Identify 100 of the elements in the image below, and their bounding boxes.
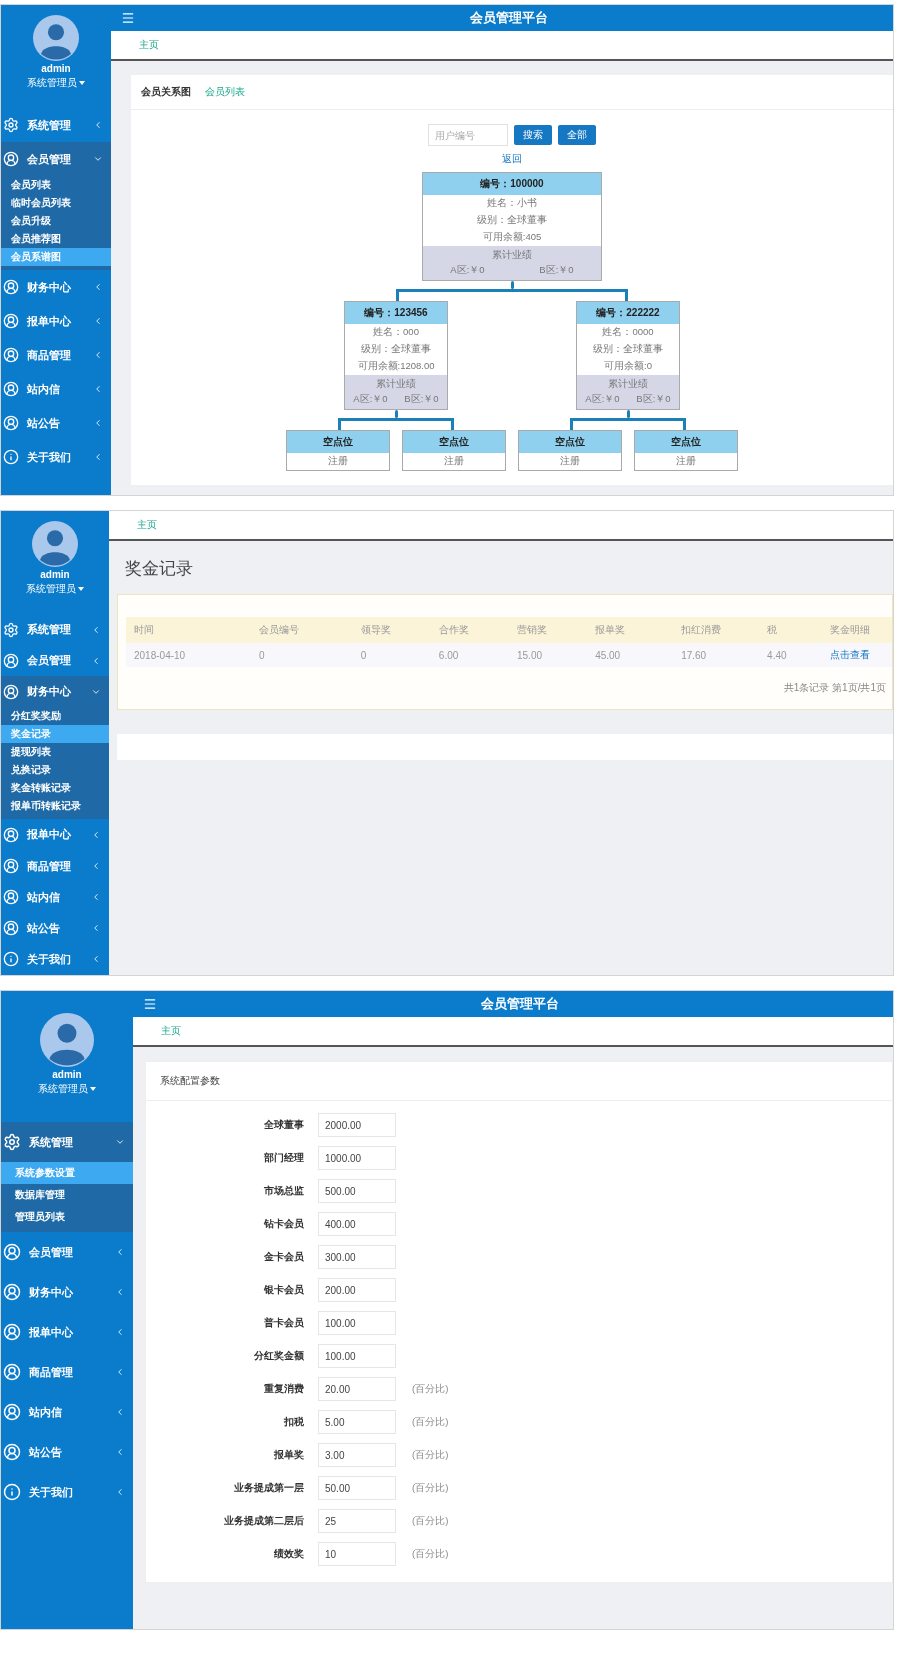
detail-link[interactable]: 点击查看 (821, 648, 892, 662)
sidebar-item[interactable]: 站公告 (1, 406, 111, 440)
node-title: 编号：100000 (423, 173, 601, 195)
submenu-item[interactable]: 兑换记录 (1, 761, 109, 780)
home-link[interactable]: 主页 (137, 518, 157, 532)
sidebar-item[interactable]: 商品管理 (1, 1352, 133, 1392)
table-cell-text: 0 (359, 649, 368, 661)
sidebar-item[interactable]: 会员管理 (1, 1232, 133, 1272)
submenu-item[interactable]: 奖金转账记录 (1, 779, 109, 798)
input-field[interactable]: 1000.00 (318, 1146, 396, 1170)
sidebar-item[interactable]: 财务中心 (1, 270, 111, 304)
chevron-icon (93, 418, 103, 428)
user-icon (3, 858, 19, 875)
input-field[interactable]: 3.00 (318, 1443, 396, 1467)
tab[interactable]: 会员关系图 (141, 85, 191, 99)
home-link[interactable]: 主页 (161, 1024, 181, 1038)
sidebar-item[interactable]: 会员管理 (1, 645, 109, 677)
input-field[interactable]: 100.00 (318, 1344, 396, 1368)
register-link[interactable]: 注册 (403, 453, 505, 470)
sidebar-item[interactable]: 系统管理 (1, 614, 109, 646)
sidebar-item[interactable]: 站内信 (1, 881, 109, 913)
sidebar-item[interactable]: 系统管理 (1, 1122, 133, 1162)
user-icon (3, 889, 19, 906)
sidebar-item[interactable]: 财务中心 (1, 676, 109, 708)
menu-icon[interactable] (143, 997, 157, 1011)
chevron-icon (93, 154, 103, 164)
submenu-item[interactable]: 会员列表 (1, 176, 111, 194)
node-detail: 姓名：000 (372, 325, 420, 339)
sidebar-item[interactable]: 财务中心 (1, 1272, 133, 1312)
node-detail: A区:￥0 (353, 392, 388, 406)
input-field[interactable]: 20.00 (318, 1377, 396, 1401)
sidebar-item[interactable]: 报单中心 (1, 819, 109, 851)
action-button[interactable]: 搜索 (514, 125, 552, 145)
column-header: 会员编号 (258, 623, 301, 637)
page-title: 奖金记录 (125, 558, 194, 580)
sidebar-item[interactable]: 关于我们 (1, 943, 109, 975)
input-field[interactable]: 2000.00 (318, 1113, 396, 1137)
input-field[interactable]: 500.00 (318, 1179, 396, 1203)
input-field[interactable]: 400.00 (318, 1212, 396, 1236)
register-link[interactable]: 注册 (519, 453, 621, 470)
register-link[interactable]: 注册 (635, 453, 737, 470)
sidebar-item[interactable]: 报单中心 (1, 1312, 133, 1352)
unit-label: (百分比) (412, 1547, 450, 1561)
register-link[interactable]: 注册 (287, 453, 389, 470)
node-detail: 级别：全球董事 (360, 342, 432, 356)
sidebar-item[interactable]: 商品管理 (1, 850, 109, 882)
user-role[interactable]: 系统管理员 (38, 1082, 88, 1096)
chevron-icon (115, 1407, 125, 1417)
field-label: 绩效奖 (273, 1547, 304, 1561)
input-field[interactable]: 5.00 (318, 1410, 396, 1434)
user-role[interactable]: 系统管理员 (26, 582, 76, 596)
submenu-item[interactable]: 报单币转账记录 (1, 797, 109, 816)
caret-icon[interactable] (78, 587, 84, 591)
submenu-item[interactable]: 提现列表 (1, 743, 109, 762)
input-field[interactable]: 10 (318, 1542, 396, 1566)
sidebar-item[interactable]: 会员管理 (1, 142, 111, 176)
home-link[interactable]: 主页 (139, 38, 159, 52)
field-label: 重复消费 (263, 1382, 304, 1396)
node-title: 编号：222222 (577, 302, 679, 324)
submenu-item[interactable]: 临时会员列表 (1, 194, 111, 212)
tab[interactable]: 会员列表 (205, 85, 245, 99)
node-title: 空点位 (635, 431, 737, 453)
sidebar-item[interactable]: 关于我们 (1, 1472, 133, 1512)
chevron-icon (115, 1247, 125, 1257)
submenu-item[interactable]: 奖金记录 (1, 725, 109, 744)
sidebar-item[interactable]: 站内信 (1, 372, 111, 406)
input-field[interactable]: 200.00 (318, 1278, 396, 1302)
info-icon (3, 951, 19, 968)
chevron-icon (115, 1327, 125, 1337)
sidebar-item[interactable]: 站公告 (1, 912, 109, 944)
sidebar-item[interactable]: 系统管理 (1, 108, 111, 142)
submenu-item[interactable]: 数据库管理 (1, 1184, 133, 1206)
back-link[interactable]: 返回 (502, 152, 522, 166)
search-field[interactable]: 用户编号 (428, 124, 508, 146)
node-detail: B区:￥0 (636, 392, 671, 406)
submenu-item[interactable]: 会员推荐图 (1, 230, 111, 248)
node-detail: 级别：全球董事 (476, 213, 548, 227)
sidebar-item[interactable]: 报单中心 (1, 304, 111, 338)
input-field[interactable]: 25 (318, 1509, 396, 1533)
input-field[interactable]: 300.00 (318, 1245, 396, 1269)
app-title: 会员管理平台 (469, 9, 549, 27)
submenu-item[interactable]: 会员升级 (1, 212, 111, 230)
input-field[interactable]: 100.00 (318, 1311, 396, 1335)
submenu-item[interactable]: 分红奖奖励 (1, 707, 109, 726)
user-icon (3, 1283, 21, 1301)
action-button[interactable]: 全部 (558, 125, 596, 145)
field-label: 业务提成第一层 (233, 1481, 304, 1495)
input-field[interactable]: 50.00 (318, 1476, 396, 1500)
submenu-item[interactable]: 系统参数设置 (1, 1162, 133, 1184)
node-detail: A区:￥0 (450, 263, 485, 277)
submenu-item[interactable]: 管理员列表 (1, 1206, 133, 1228)
caret-icon[interactable] (79, 81, 85, 85)
caret-icon[interactable] (90, 1087, 96, 1091)
sidebar-item[interactable]: 商品管理 (1, 338, 111, 372)
sidebar-item[interactable]: 站内信 (1, 1392, 133, 1432)
sidebar-item[interactable]: 关于我们 (1, 440, 111, 474)
sidebar-item[interactable]: 站公告 (1, 1432, 133, 1472)
user-role[interactable]: 系统管理员 (27, 76, 77, 90)
menu-icon[interactable] (121, 11, 135, 25)
submenu-item[interactable]: 会员系谱图 (1, 248, 111, 266)
